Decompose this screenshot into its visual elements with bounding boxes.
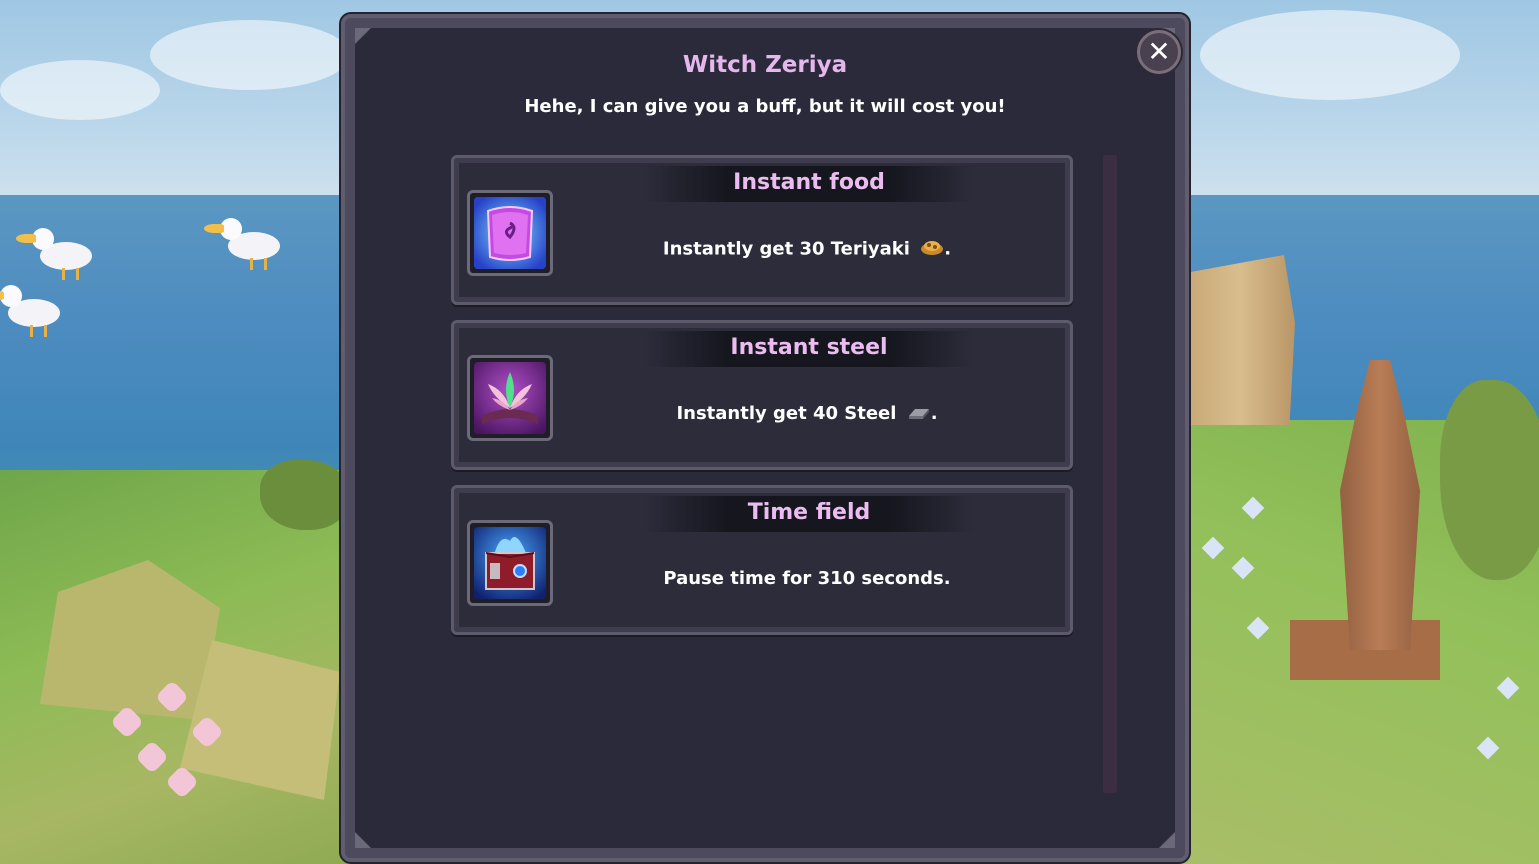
frame-corner [355,28,371,44]
frame-corner [355,832,371,848]
buff-icon-frame [467,190,553,276]
seagull [204,218,280,270]
buff-description-suffix: . [944,238,952,260]
cloud [0,60,160,120]
tree [1440,380,1539,580]
buff-card-time-field[interactable]: Time field Pause time for 310 seconds. [451,485,1073,635]
magic-scroll-icon [474,197,546,269]
lotus-spellbook-icon [474,362,546,434]
bush [260,460,350,530]
buff-description: Pause time for 310 seconds. [564,568,1050,589]
dialog-subtitle: Hehe, I can give you a buff, but it will… [524,96,1006,117]
dialog-title: Witch Zeriya [682,52,848,78]
close-button[interactable]: ✕ [1137,30,1181,74]
steel-ingot-icon [907,404,931,425]
witch-buff-dialog: Witch Zeriya Hehe, I can give you a buff… [341,14,1189,862]
buff-title: Instant steel [730,335,888,360]
buff-description-text: Instantly get 30 Teriyaki [662,238,910,260]
scrollbar[interactable] [1103,155,1117,793]
buff-description: Instantly get 40 Steel . [564,403,1050,425]
frame-corner [1159,832,1175,848]
blue-flame-book-icon [474,527,546,599]
buff-card-instant-food[interactable]: Instant food Instantly get 30 Teriyaki . [451,155,1073,305]
cloud [1200,10,1460,100]
buff-card-instant-steel[interactable]: Instant steel Instantly get 40 Steel . [451,320,1073,470]
buff-description-text: Instantly get 40 Steel [676,403,897,424]
buff-title: Time field [747,500,871,525]
buff-description-suffix: . [930,403,938,424]
buff-description: Instantly get 30 Teriyaki . [564,238,1050,261]
cliff [1185,255,1295,425]
buff-title: Instant food [733,170,885,195]
seagull [16,228,92,280]
seagull [0,285,60,337]
buff-description-text: Pause time for 310 seconds. [663,568,951,589]
close-icon: ✕ [1147,35,1171,68]
buff-icon-frame [467,520,553,606]
buff-icon-frame [467,355,553,441]
teriyaki-icon [920,238,944,261]
cloud [150,20,350,90]
